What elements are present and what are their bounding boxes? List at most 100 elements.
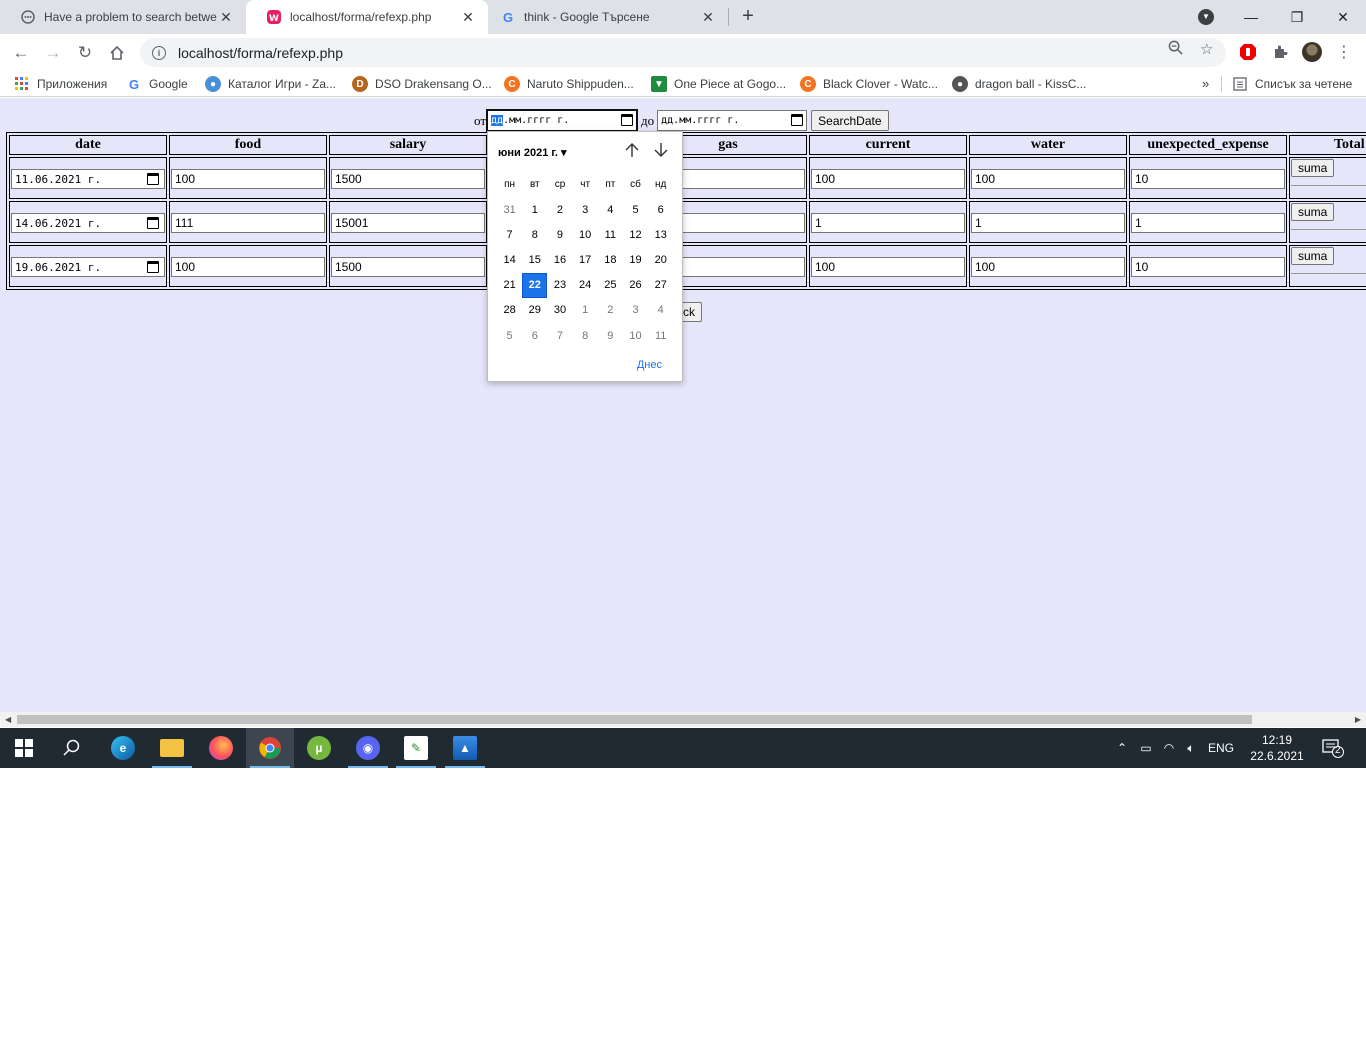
food-field[interactable]: 100: [171, 169, 325, 189]
day-cell[interactable]: 11: [598, 222, 623, 247]
day-cell[interactable]: 23: [547, 273, 572, 298]
chrome-icon[interactable]: [246, 728, 294, 768]
search-date-button[interactable]: SearchDate: [811, 110, 889, 131]
tab-google-search[interactable]: G think - Google Търсене ✕: [488, 0, 728, 34]
day-cell[interactable]: 12: [623, 222, 648, 247]
file-explorer-icon[interactable]: [148, 728, 196, 768]
date-field[interactable]: 14.06.2021 г.: [11, 213, 165, 233]
extension-adblock-icon[interactable]: [1238, 42, 1258, 62]
bookmark-onepiece[interactable]: ▼ One Piece at Gogo...: [651, 76, 786, 92]
food-field[interactable]: 100: [171, 257, 325, 277]
unexpected-expense-field[interactable]: 1: [1131, 213, 1285, 233]
new-tab-button[interactable]: +: [736, 5, 760, 29]
minimize-icon[interactable]: —: [1228, 0, 1274, 34]
day-cell[interactable]: 3: [573, 197, 598, 222]
current-field[interactable]: 100: [811, 169, 965, 189]
total-field[interactable]: [1291, 229, 1366, 230]
wifi-icon[interactable]: ◠: [1158, 741, 1180, 755]
star-icon[interactable]: ☆: [1200, 40, 1213, 58]
suma-button[interactable]: suma: [1291, 159, 1335, 177]
calendar-icon[interactable]: [791, 114, 804, 126]
search-icon[interactable]: [48, 728, 96, 768]
unexpected-expense-field[interactable]: 10: [1131, 169, 1285, 189]
day-cell[interactable]: 2: [547, 197, 572, 222]
day-cell[interactable]: 1: [573, 298, 598, 323]
calendar-icon[interactable]: [147, 173, 159, 185]
reading-list[interactable]: Списък за четене: [1232, 76, 1352, 92]
day-cell[interactable]: 8: [573, 323, 598, 348]
next-month-arrow-icon[interactable]: [651, 142, 671, 163]
day-cell[interactable]: 26: [623, 273, 648, 298]
forward-arrow-icon[interactable]: →: [40, 40, 66, 66]
day-cell[interactable]: 9: [598, 323, 623, 348]
tab-localhost[interactable]: W localhost/forma/refexp.php ✕: [246, 0, 488, 34]
close-icon[interactable]: ✕: [460, 9, 476, 26]
food-field[interactable]: 111: [171, 213, 325, 233]
from-date-day-segment[interactable]: дд: [491, 115, 504, 126]
day-cell[interactable]: 15: [522, 247, 547, 272]
chevron-up-icon[interactable]: ⌃: [1114, 741, 1130, 755]
suma-button[interactable]: suma: [1291, 203, 1335, 221]
day-cell[interactable]: 17: [573, 247, 598, 272]
salary-field[interactable]: 15001: [331, 213, 485, 233]
date-field[interactable]: 11.06.2021 г.: [11, 169, 165, 189]
scrollbar-thumb[interactable]: [17, 715, 1252, 724]
from-date-input[interactable]: дд .мм.гггг г.: [486, 109, 639, 132]
address-bar[interactable]: i localhost/forma/refexp.php: [140, 38, 1226, 67]
day-cell[interactable]: 5: [497, 323, 522, 348]
day-cell[interactable]: 10: [573, 222, 598, 247]
day-cell[interactable]: 11: [648, 323, 673, 348]
close-window-icon[interactable]: ✕: [1320, 0, 1366, 34]
total-field[interactable]: [1291, 273, 1366, 274]
date-field[interactable]: 19.06.2021 г.: [11, 257, 165, 277]
horizontal-scrollbar[interactable]: ◀ ▶: [0, 712, 1366, 727]
discord-badge-icon[interactable]: ◉: [344, 728, 392, 768]
day-cell[interactable]: 10: [623, 323, 648, 348]
day-cell[interactable]: 8: [522, 222, 547, 247]
day-cell[interactable]: 4: [648, 298, 673, 323]
day-cell[interactable]: 5: [623, 197, 648, 222]
water-field[interactable]: 1: [971, 213, 1125, 233]
language-indicator[interactable]: ENG: [1208, 741, 1234, 755]
total-field[interactable]: [1291, 185, 1366, 186]
puzzle-icon[interactable]: [1270, 42, 1290, 62]
day-cell[interactable]: 20: [648, 247, 673, 272]
calendar-icon[interactable]: [147, 217, 159, 229]
day-cell[interactable]: 16: [547, 247, 572, 272]
day-cell[interactable]: 24: [573, 273, 598, 298]
tab-stackoverflow[interactable]: Have a problem to search betwe ✕: [0, 0, 246, 34]
more-bookmarks-icon[interactable]: »: [1202, 76, 1209, 91]
day-cell[interactable]: 31: [497, 197, 522, 222]
day-cell[interactable]: 29: [522, 298, 547, 323]
close-icon[interactable]: ✕: [218, 9, 234, 26]
day-cell[interactable]: 6: [522, 323, 547, 348]
bookmark-naruto[interactable]: C Naruto Shippuden...: [504, 76, 634, 92]
volume-icon[interactable]: 🔈︎: [1180, 741, 1202, 756]
salary-field[interactable]: 1500: [331, 169, 485, 189]
utorrent-icon[interactable]: µ: [295, 728, 343, 768]
day-cell[interactable]: 19: [623, 247, 648, 272]
day-cell[interactable]: 25: [598, 273, 623, 298]
day-cell[interactable]: 3: [623, 298, 648, 323]
day-cell[interactable]: 7: [497, 222, 522, 247]
tab-search-icon[interactable]: ▼: [1198, 9, 1214, 25]
day-cell[interactable]: 13: [648, 222, 673, 247]
clock[interactable]: 12:19 22.6.2021 г.: [1246, 732, 1308, 768]
day-cell[interactable]: 21: [497, 273, 522, 298]
bookmark-google[interactable]: G Google: [126, 76, 188, 92]
day-cell[interactable]: 6: [648, 197, 673, 222]
current-field[interactable]: 100: [811, 257, 965, 277]
to-date-input[interactable]: дд.мм.гггг г.: [657, 110, 808, 131]
avatar[interactable]: [1302, 42, 1322, 62]
day-cell[interactable]: 7: [547, 323, 572, 348]
bookmark-katalog[interactable]: ● Каталог Игри - Za...: [205, 76, 336, 92]
calendar-icon[interactable]: [147, 261, 159, 273]
photos-icon[interactable]: ▲: [441, 728, 489, 768]
scroll-right-arrow-icon[interactable]: ▶: [1355, 715, 1361, 724]
day-cell[interactable]: 27: [648, 273, 673, 298]
month-year-dropdown[interactable]: юни 2021 г. ▾: [498, 146, 567, 159]
close-icon[interactable]: ✕: [700, 9, 716, 26]
notification-center-icon[interactable]: 2: [1322, 738, 1346, 758]
edge-icon[interactable]: e: [99, 728, 147, 768]
windows-start-icon[interactable]: [0, 728, 48, 768]
